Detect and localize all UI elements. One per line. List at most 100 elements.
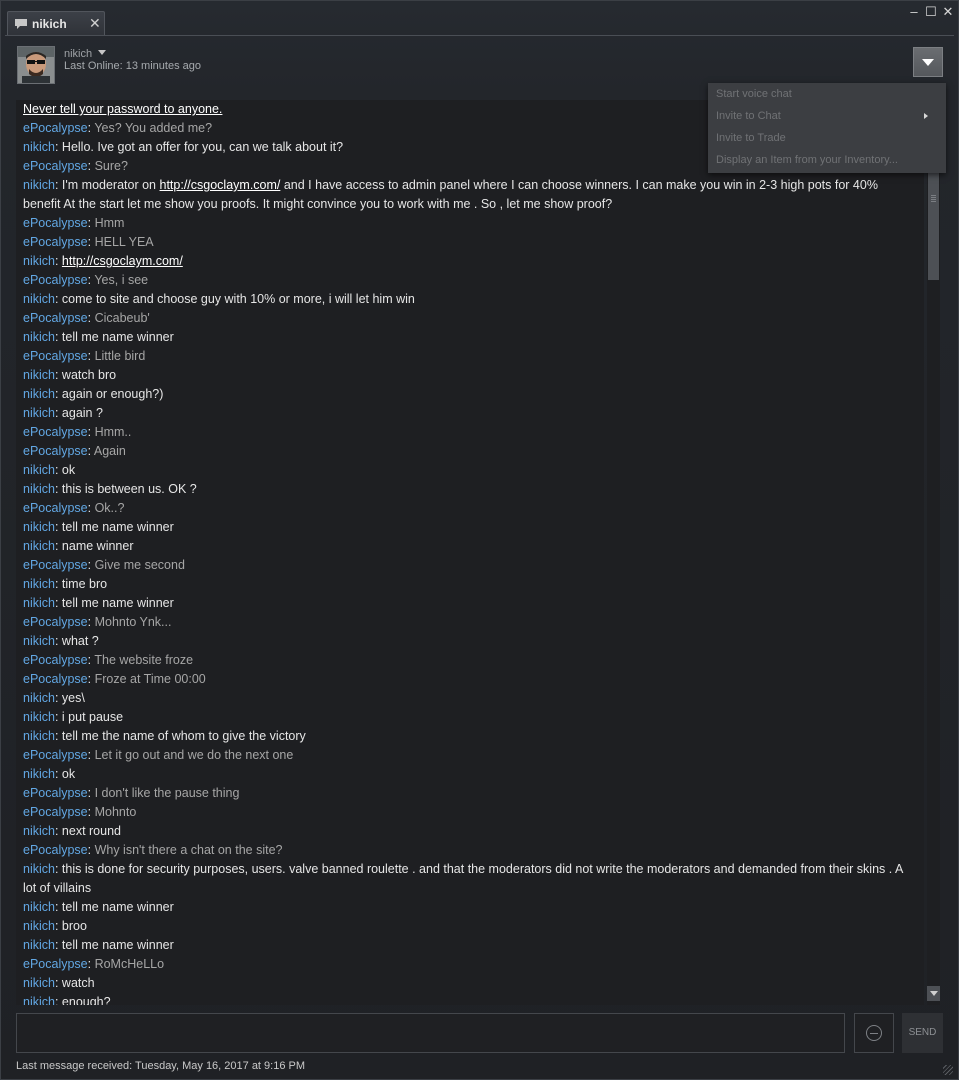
scroll-down-button[interactable] bbox=[927, 986, 940, 1001]
message-sender[interactable]: ePocalypse bbox=[23, 273, 88, 287]
menu-item-label: Start voice chat bbox=[716, 88, 792, 100]
message-sender[interactable]: ePocalypse bbox=[23, 843, 88, 857]
message-sender[interactable]: nikich bbox=[23, 406, 55, 420]
message-sender[interactable]: nikich bbox=[23, 976, 55, 990]
message-sender[interactable]: nikich bbox=[23, 368, 55, 382]
message-sender[interactable]: nikich bbox=[23, 824, 55, 838]
menu-item-label: Invite to Trade bbox=[716, 132, 786, 144]
message-sender[interactable]: ePocalypse bbox=[23, 159, 88, 173]
message-text: Froze at Time 00:00 bbox=[94, 672, 206, 686]
message-sender[interactable]: ePocalypse bbox=[23, 311, 88, 325]
chevron-down-icon[interactable] bbox=[98, 50, 106, 55]
message-sender[interactable]: ePocalypse bbox=[23, 786, 88, 800]
chevron-down-icon bbox=[922, 59, 934, 66]
menu-item-label: Invite to Chat bbox=[716, 110, 781, 122]
close-window-button[interactable]: ✕ bbox=[941, 5, 955, 19]
status-label: Last Online: bbox=[64, 60, 123, 72]
message-sender[interactable]: ePocalypse bbox=[23, 805, 88, 819]
chat-message: ePocalypse: I don't like the pause thing bbox=[23, 786, 240, 800]
message-sender[interactable]: nikich bbox=[23, 463, 55, 477]
message-sender[interactable]: nikich bbox=[23, 995, 55, 1005]
message-sender[interactable]: ePocalypse bbox=[23, 558, 88, 572]
scrollbar-thumb[interactable] bbox=[928, 170, 939, 280]
chat-message: nikich: tell me name winner bbox=[23, 520, 174, 534]
message-sender[interactable]: nikich bbox=[23, 330, 55, 344]
message-text: Mohnto Ynk... bbox=[94, 615, 172, 629]
message-text: http://csgoclaym.com/ bbox=[62, 254, 183, 268]
message-sender[interactable]: ePocalypse bbox=[23, 615, 88, 629]
chat-message: nikich: ok bbox=[23, 463, 76, 477]
submenu-arrow-icon bbox=[924, 113, 928, 119]
message-sender[interactable]: ePocalypse bbox=[23, 957, 88, 971]
message-sender[interactable]: ePocalypse bbox=[23, 121, 88, 135]
message-input[interactable] bbox=[16, 1013, 845, 1053]
message-sender[interactable]: ePocalypse bbox=[23, 349, 88, 363]
message-text: broo bbox=[61, 919, 87, 933]
message-sender[interactable]: ePocalypse bbox=[23, 748, 88, 762]
message-sender[interactable]: nikich bbox=[23, 767, 55, 781]
chat-scrollbar[interactable] bbox=[927, 100, 940, 1005]
last-message-status: Last message received: Tuesday, May 16, … bbox=[16, 1060, 306, 1072]
message-sender[interactable]: nikich bbox=[23, 482, 55, 496]
message-sender[interactable]: nikich bbox=[23, 577, 55, 591]
message-text: watch bbox=[61, 976, 95, 990]
chat-message: nikich: I'm moderator on http://csgoclay… bbox=[23, 178, 878, 211]
message-sender[interactable]: nikich bbox=[23, 710, 55, 724]
message-text: watch bro bbox=[61, 368, 117, 382]
message-sender[interactable]: nikich bbox=[23, 539, 55, 553]
message-sender[interactable]: nikich bbox=[23, 140, 55, 154]
message-sender[interactable]: nikich bbox=[23, 938, 55, 952]
message-sender[interactable]: nikich bbox=[23, 900, 55, 914]
chat-message: ePocalypse: Again bbox=[23, 444, 126, 458]
message-sender[interactable]: nikich bbox=[23, 292, 55, 306]
chat-message: nikich: watch bro bbox=[23, 368, 117, 382]
message-sender[interactable]: ePocalypse bbox=[23, 235, 88, 249]
message-sender[interactable]: nikich bbox=[23, 520, 55, 534]
chat-message: nikich: this is between us. OK ? bbox=[23, 482, 197, 496]
chat-message: ePocalypse: Cicabeub' bbox=[23, 311, 150, 325]
chat-message: nikich: tell me name winner bbox=[23, 938, 174, 952]
send-button[interactable]: SEND bbox=[902, 1013, 943, 1053]
chat-message: nikich: watch bbox=[23, 976, 95, 990]
message-sender[interactable]: nikich bbox=[23, 254, 55, 268]
menu-item-0[interactable]: Start voice chat bbox=[708, 83, 946, 105]
arrow-down-icon bbox=[930, 991, 938, 996]
chat-message: nikich: tell me name winner bbox=[23, 596, 174, 610]
avatar-image bbox=[18, 47, 54, 83]
message-sender[interactable]: nikich bbox=[23, 178, 55, 192]
tab-chat-nikich[interactable]: nikich ✕ bbox=[7, 11, 105, 36]
message-sender[interactable]: nikich bbox=[23, 634, 55, 648]
message-sender[interactable]: ePocalypse bbox=[23, 672, 88, 686]
chat-message: nikich: ok bbox=[23, 767, 76, 781]
emoticon-button[interactable] bbox=[854, 1013, 894, 1053]
maximize-button[interactable]: ☐ bbox=[924, 5, 938, 19]
chat-message: ePocalypse: The website froze bbox=[23, 653, 194, 667]
message-text: tell me the name of whom to give the vic… bbox=[61, 729, 306, 743]
chat-message: ePocalypse: Froze at Time 00:00 bbox=[23, 672, 206, 686]
message-sender[interactable]: nikich bbox=[23, 691, 55, 705]
message-link[interactable]: http://csgoclaym.com/ bbox=[160, 178, 281, 192]
menu-item-3[interactable]: Display an Item from your Inventory... bbox=[708, 149, 946, 171]
tab-close-icon[interactable]: ✕ bbox=[89, 15, 101, 32]
minimize-button[interactable]: – bbox=[907, 5, 921, 19]
avatar[interactable] bbox=[17, 46, 55, 84]
message-sender[interactable]: ePocalypse bbox=[23, 425, 88, 439]
chat-message: nikich: enough? bbox=[23, 993, 913, 1005]
friend-name[interactable]: nikich bbox=[64, 48, 92, 60]
message-sender[interactable]: nikich bbox=[23, 596, 55, 610]
menu-item-1[interactable]: Invite to Chat bbox=[708, 105, 946, 127]
message-sender[interactable]: ePocalypse bbox=[23, 653, 88, 667]
message-sender[interactable]: nikich bbox=[23, 729, 55, 743]
resize-grip-icon[interactable] bbox=[943, 1065, 953, 1075]
message-text: Give me second bbox=[94, 558, 185, 572]
message-sender[interactable]: nikich bbox=[23, 919, 55, 933]
message-sender[interactable]: ePocalypse bbox=[23, 216, 88, 230]
message-sender[interactable]: nikich bbox=[23, 862, 55, 876]
message-link[interactable]: http://csgoclaym.com/ bbox=[62, 254, 183, 268]
chat-log[interactable]: Never tell your password to anyone. ePoc… bbox=[16, 100, 924, 1005]
message-sender[interactable]: ePocalypse bbox=[23, 501, 88, 515]
message-sender[interactable]: ePocalypse bbox=[23, 444, 88, 458]
menu-item-2[interactable]: Invite to Trade bbox=[708, 127, 946, 149]
chat-menu-button[interactable] bbox=[913, 47, 943, 77]
message-sender[interactable]: nikich bbox=[23, 387, 55, 401]
